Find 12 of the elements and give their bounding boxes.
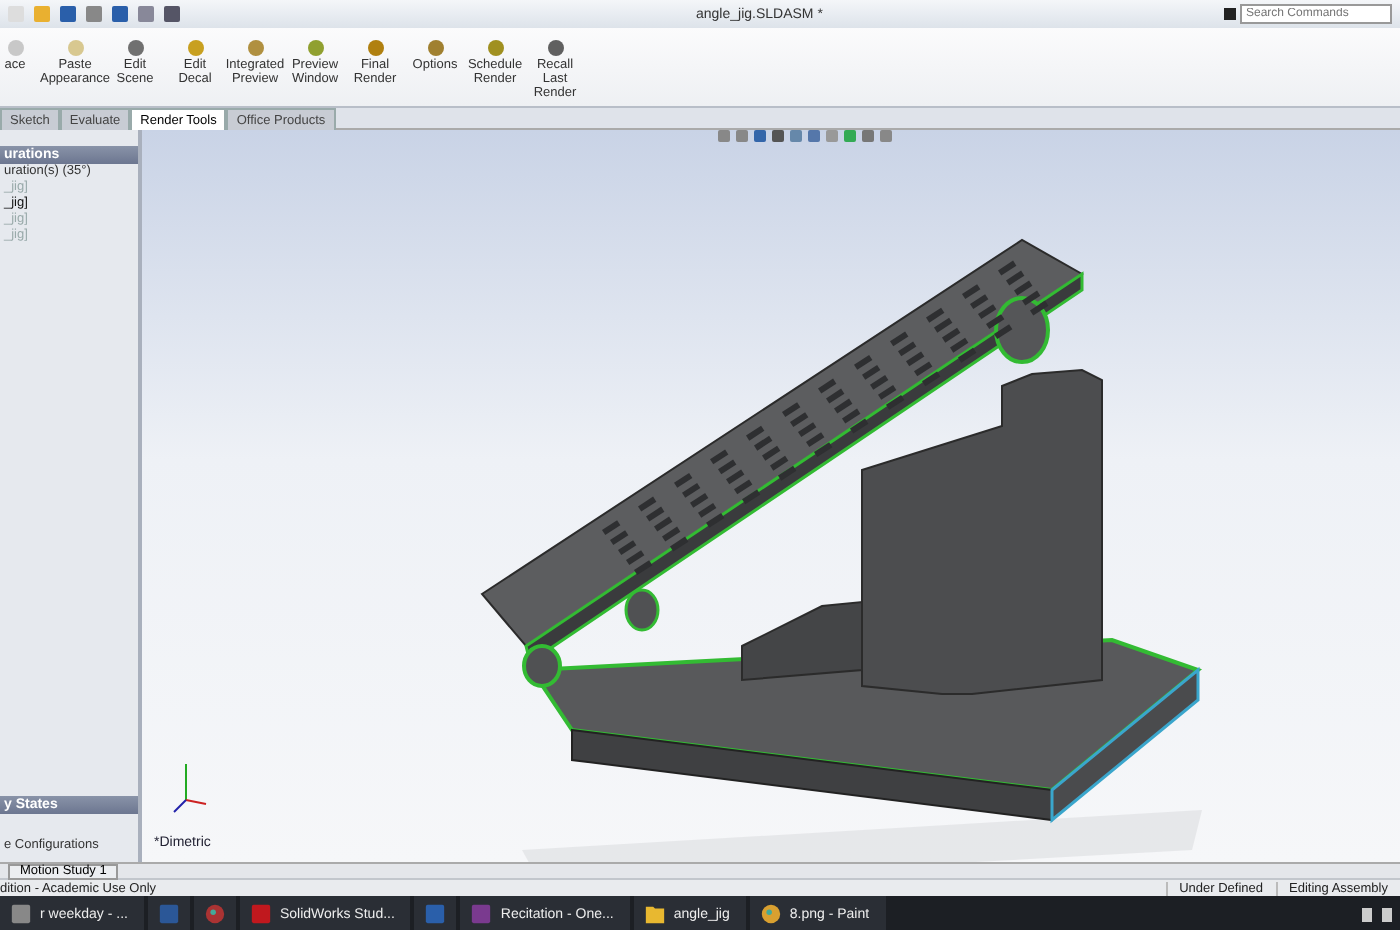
taskbar-button[interactable]	[147, 896, 190, 930]
atom-icon	[203, 902, 226, 926]
taskbar-button[interactable]	[414, 896, 457, 930]
app-icon	[157, 902, 180, 926]
app-icon	[249, 902, 272, 926]
app-icon	[470, 902, 493, 926]
search-icon	[1224, 8, 1236, 20]
app-icon	[10, 902, 32, 926]
app-icon	[424, 902, 447, 926]
folder-icon	[643, 902, 666, 926]
taskbar-button[interactable]	[193, 896, 236, 930]
palette-icon	[759, 902, 782, 926]
